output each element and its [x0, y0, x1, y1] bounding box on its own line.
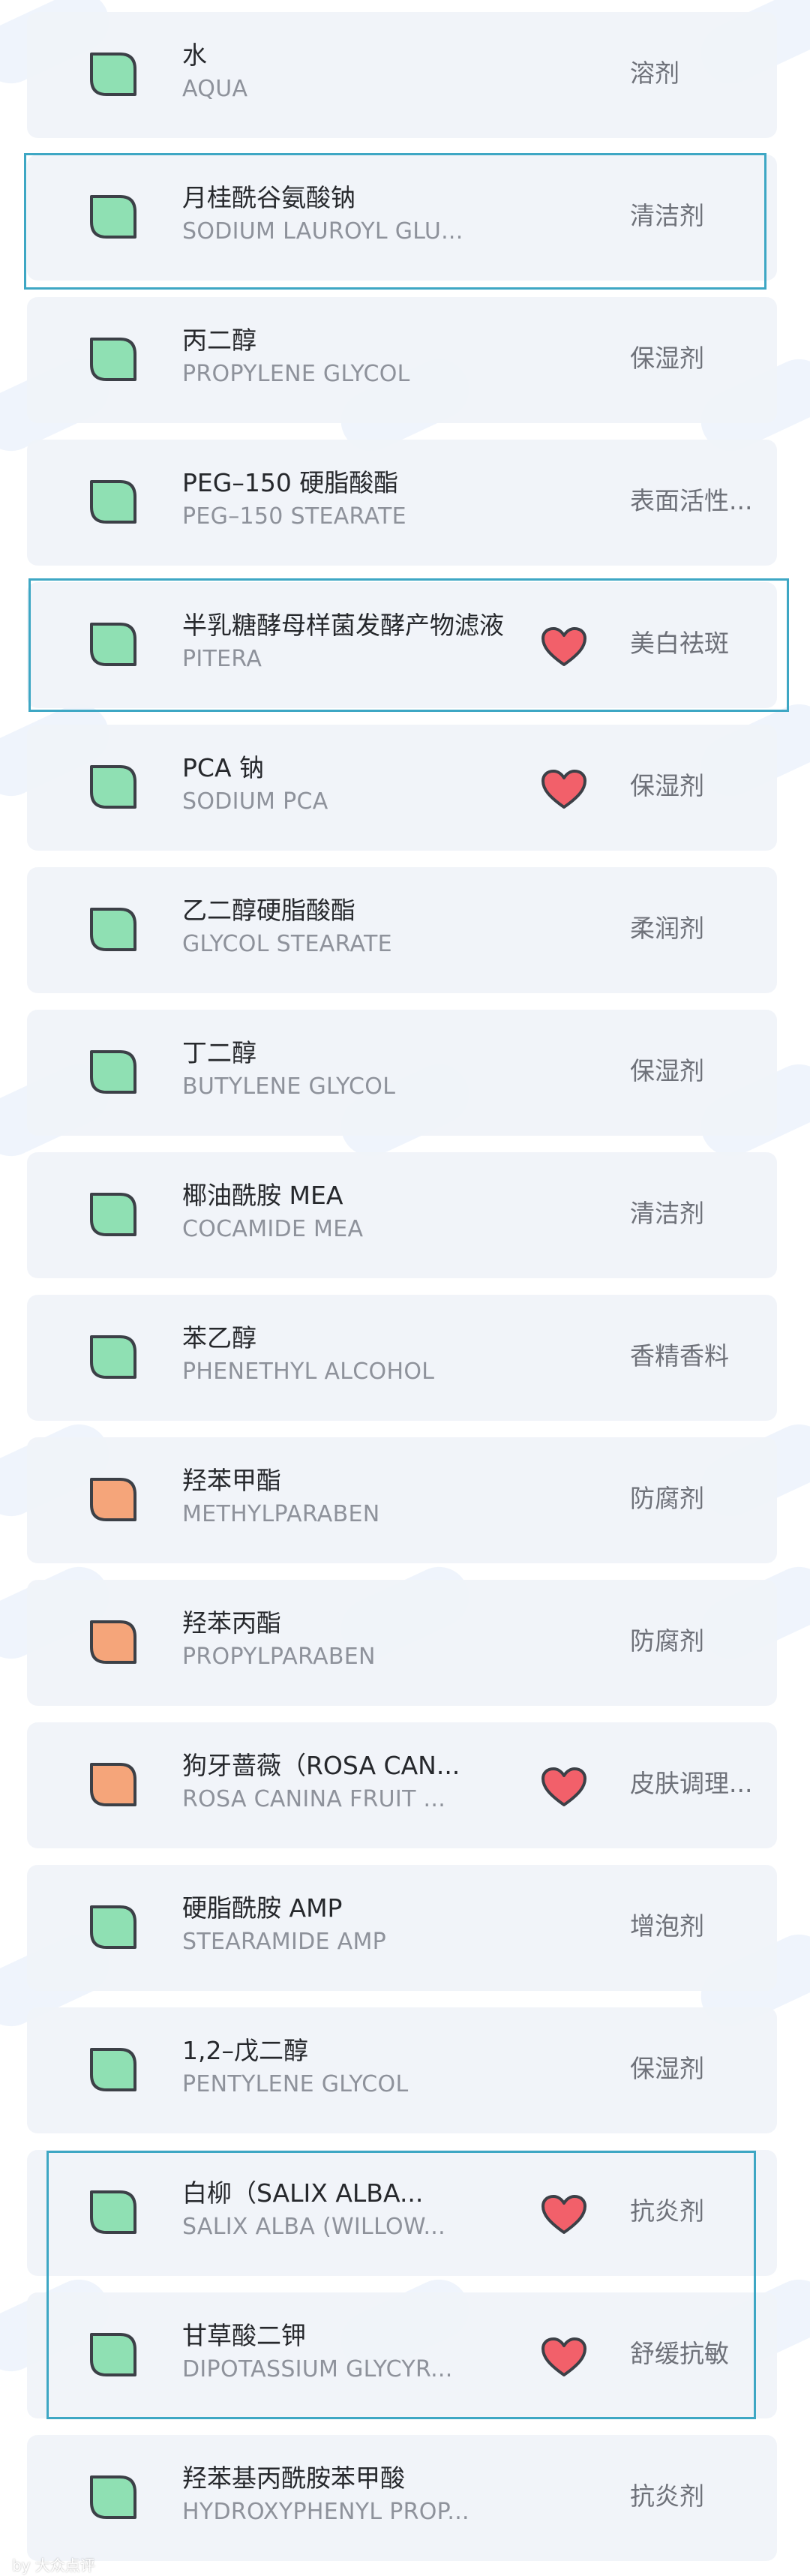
ingredient-name-en: PENTYLENE GLYCOL [182, 2071, 409, 2097]
heart-icon [540, 2193, 588, 2235]
ingredient-row[interactable]: 水 AQUA 溶剂 [27, 12, 777, 138]
ingredient-name-cn: 月桂酰谷氨酸钠 [182, 183, 356, 212]
leaf-orange-icon [87, 1475, 140, 1524]
leaf-green-icon [87, 1047, 140, 1097]
leaf-green-icon [87, 192, 140, 242]
ingredient-name-cn: PEG–150 硬脂酸酯 [182, 468, 399, 497]
heart-icon [540, 626, 588, 668]
ingredient-row[interactable]: 月桂酰谷氨酸钠 SODIUM LAUROYL GLU... 清洁剂 [27, 155, 777, 281]
ingredient-name-cn: 丁二醇 [182, 1038, 256, 1067]
ingredient-row[interactable]: 甘草酸二钾 DIPOTASSIUM GLYCYR... 舒缓抗敏 [27, 2292, 777, 2418]
ingredient-row[interactable]: 1,2–戊二醇 PENTYLENE GLYCOL 保湿剂 [27, 2007, 777, 2133]
ingredient-function: 舒缓抗敏 [630, 2339, 729, 2368]
ingredient-name-cn: 丙二醇 [182, 326, 256, 355]
ingredient-function: 保湿剂 [630, 771, 704, 800]
leaf-green-icon [87, 2472, 140, 2522]
ingredient-name-en: DIPOTASSIUM GLYCYR... [182, 2356, 453, 2382]
ingredient-row[interactable]: 椰油酰胺 MEA COCAMIDE MEA 清洁剂 [27, 1152, 777, 1278]
ingredient-function: 抗炎剂 [630, 2481, 704, 2511]
ingredient-row[interactable]: 乙二醇硬脂酸酯 GLYCOL STEARATE 柔润剂 [27, 867, 777, 993]
ingredient-name-cn: 乙二醇硬脂酸酯 [182, 896, 356, 925]
ingredient-function: 清洁剂 [630, 1199, 704, 1228]
heart-icon [540, 1766, 588, 1808]
ingredient-name-en: BUTYLENE GLYCOL [182, 1073, 396, 1100]
ingredient-name-en: SALIX ALBA (WILLOW... [182, 2214, 446, 2240]
watermark: by 大众点评 [12, 2556, 95, 2574]
ingredient-function: 抗炎剂 [630, 2196, 704, 2226]
ingredient-name-en: ROSA CANINA FRUIT ... [182, 1786, 446, 1812]
ingredient-function: 柔润剂 [630, 914, 704, 943]
leaf-orange-icon [87, 1617, 140, 1667]
ingredient-function: 保湿剂 [630, 1056, 704, 1085]
ingredient-row[interactable]: 羟苯丙酯 PROPYLPARABEN 防腐剂 [27, 1580, 777, 1706]
ingredient-row[interactable]: PEG–150 硬脂酸酯 PEG–150 STEARATE 表面活性... [27, 440, 777, 566]
ingredient-function: 皮肤调理... [630, 1769, 753, 1798]
leaf-green-icon [87, 335, 140, 384]
ingredient-name-cn: PCA 钠 [182, 753, 265, 782]
ingredient-function: 保湿剂 [630, 344, 704, 373]
ingredient-name-cn: 椰油酰胺 MEA [182, 1181, 344, 1210]
leaf-green-icon [87, 2045, 140, 2094]
ingredient-name-en: HYDROXYPHENYL PROP... [182, 2499, 470, 2525]
ingredient-row[interactable]: 丙二醇 PROPYLENE GLYCOL 保湿剂 [27, 297, 777, 423]
leaf-green-icon [87, 1332, 140, 1382]
ingredient-name-cn: 羟苯基丙酰胺苯甲酸 [182, 2463, 405, 2493]
ingredient-row[interactable]: 狗牙蔷薇（ROSA CAN... ROSA CANINA FRUIT ... 皮肤调… [27, 1722, 777, 1848]
ingredient-row[interactable]: 白柳（SALIX ALBA... SALIX ALBA (WILLOW... 抗炎剂 [27, 2150, 777, 2276]
ingredient-name-en: STEARAMIDE AMP [182, 1929, 387, 1955]
ingredient-row[interactable]: 硬脂酰胺 AMP STEARAMIDE AMP 增泡剂 [27, 1865, 777, 1991]
ingredient-row[interactable]: 苯乙醇 PHENETHYL ALCOHOL 香精香料 [27, 1295, 777, 1421]
ingredient-list: 水 AQUA 溶剂 月桂酰谷氨酸钠 SODIUM LAUROYL GLU... 清洁剂 丙二… [0, 0, 810, 2576]
ingredient-name-cn: 羟苯甲酯 [182, 1466, 281, 1495]
leaf-green-icon [87, 762, 140, 812]
ingredient-name-en: COCAMIDE MEA [182, 1216, 364, 1242]
ingredient-name-en: PEG–150 STEARATE [182, 503, 406, 530]
leaf-green-icon [87, 905, 140, 954]
ingredient-function: 表面活性... [630, 486, 753, 515]
leaf-green-icon [87, 1190, 140, 1239]
ingredient-name-en: PROPYLPARABEN [182, 1644, 376, 1670]
ingredient-name-cn: 羟苯丙酯 [182, 1608, 281, 1638]
ingredient-row[interactable]: 丁二醇 BUTYLENE GLYCOL 保湿剂 [27, 1010, 777, 1136]
ingredient-function: 美白祛斑 [630, 629, 729, 658]
ingredient-function: 香精香料 [630, 1341, 729, 1371]
ingredient-name-en: PITERA [182, 646, 262, 672]
leaf-green-icon [87, 2187, 140, 2237]
ingredient-name-en: SODIUM LAUROYL GLU... [182, 218, 464, 245]
leaf-green-icon [87, 477, 140, 527]
heart-icon [540, 768, 588, 810]
leaf-green-icon [87, 2330, 140, 2379]
ingredient-name-cn: 半乳糖酵母样菌发酵产物滤液 [182, 611, 504, 640]
ingredient-name-cn: 白柳（SALIX ALBA... [182, 2178, 424, 2208]
ingredient-row[interactable]: 半乳糖酵母样菌发酵产物滤液 PITERA 美白祛斑 [27, 582, 777, 708]
ingredient-name-en: PROPYLENE GLYCOL [182, 361, 410, 387]
ingredient-function: 溶剂 [630, 59, 680, 88]
leaf-green-icon [87, 620, 140, 669]
leaf-orange-icon [87, 1760, 140, 1809]
ingredient-name-cn: 1,2–戊二醇 [182, 2036, 308, 2065]
ingredient-name-en: GLYCOL STEARATE [182, 931, 392, 957]
leaf-green-icon [87, 50, 140, 99]
ingredient-function: 防腐剂 [630, 1484, 704, 1513]
ingredient-function: 防腐剂 [630, 1626, 704, 1656]
ingredient-name-cn: 苯乙醇 [182, 1323, 256, 1353]
heart-icon [540, 2336, 588, 2378]
ingredient-name-en: PHENETHYL ALCOHOL [182, 1359, 435, 1385]
ingredient-name-en: AQUA [182, 76, 248, 102]
ingredient-name-cn: 狗牙蔷薇（ROSA CAN... [182, 1751, 460, 1780]
ingredient-function: 保湿剂 [630, 2054, 704, 2083]
ingredient-name-cn: 水 [182, 41, 207, 70]
ingredient-row[interactable]: 羟苯甲酯 METHYLPARABEN 防腐剂 [27, 1437, 777, 1563]
ingredient-name-cn: 甘草酸二钾 [182, 2321, 306, 2350]
ingredient-name-en: METHYLPARABEN [182, 1501, 380, 1527]
ingredient-function: 清洁剂 [630, 201, 704, 230]
ingredient-row[interactable]: 羟苯基丙酰胺苯甲酸 HYDROXYPHENYL PROP... 抗炎剂 [27, 2435, 777, 2561]
ingredient-function: 增泡剂 [630, 1911, 704, 1941]
ingredient-row[interactable]: PCA 钠 SODIUM PCA 保湿剂 [27, 725, 777, 851]
ingredient-name-cn: 硬脂酰胺 AMP [182, 1893, 343, 1923]
ingredient-name-en: SODIUM PCA [182, 788, 328, 815]
leaf-green-icon [87, 1902, 140, 1952]
